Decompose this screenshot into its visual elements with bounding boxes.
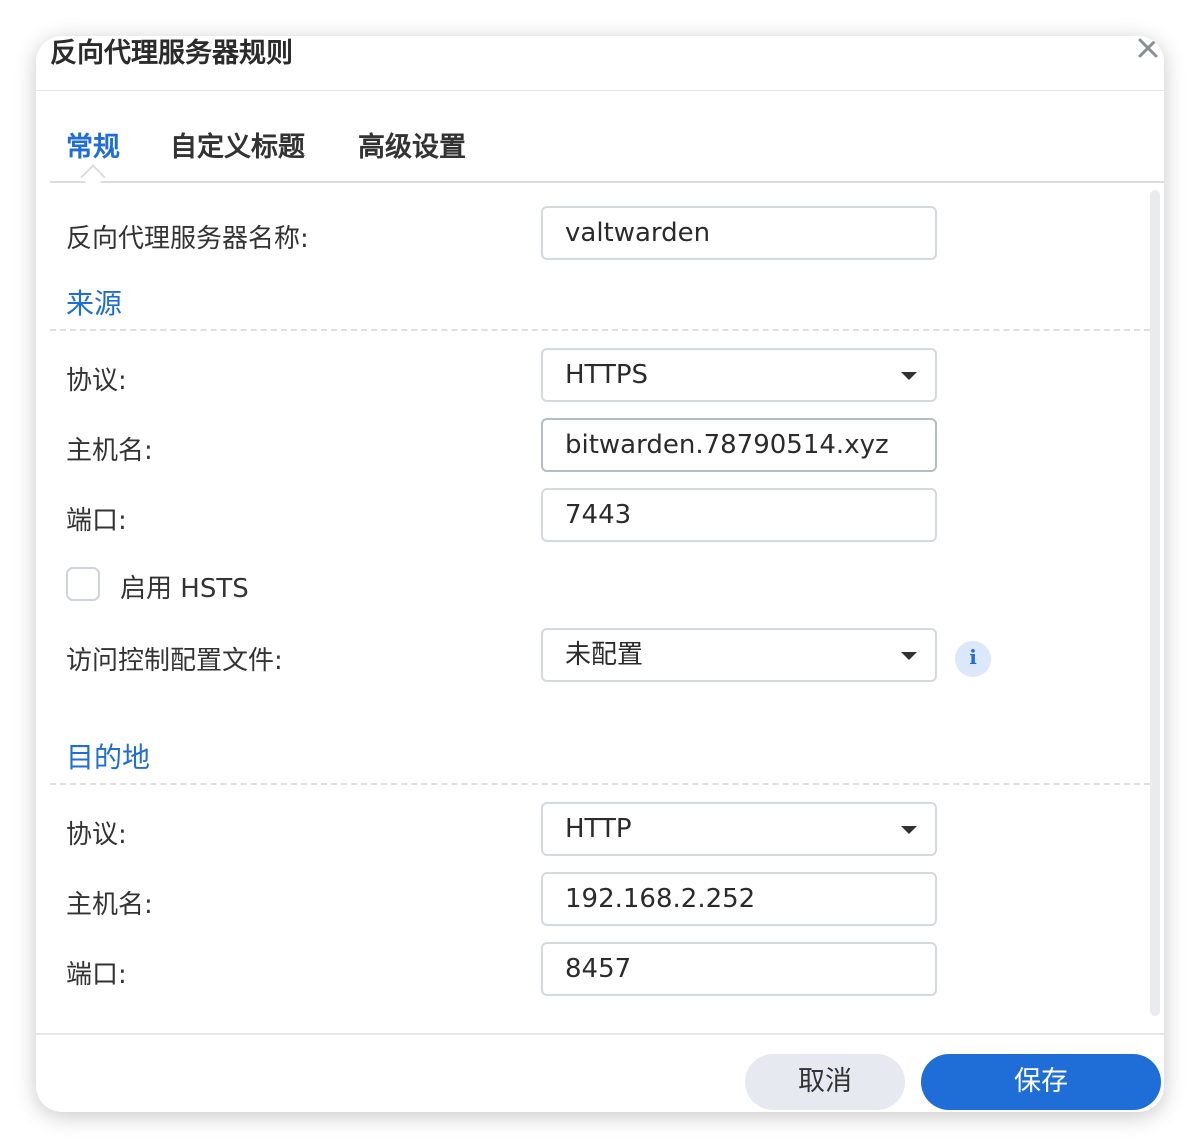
tab-underline <box>50 181 1164 183</box>
dialog-title: 反向代理服务器规则 <box>50 38 293 69</box>
acl-profile-select[interactable]: 未配置 <box>541 628 937 682</box>
destination-protocol-select[interactable]: HTTP <box>541 802 937 856</box>
source-section-title: 来源 <box>66 287 123 320</box>
proxy-name-label: 反向代理服务器名称: <box>66 224 309 254</box>
destination-port-input[interactable]: 8457 <box>541 942 937 996</box>
tab-bar: 常规 自定义标题 高级设置 <box>50 124 1164 182</box>
footer-divider <box>36 1033 1164 1035</box>
source-hostname-label: 主机名: <box>66 436 153 466</box>
destination-protocol-value: HTTP <box>565 814 632 844</box>
source-protocol-value: HTTPS <box>565 360 649 390</box>
info-icon[interactable]: i <box>955 641 991 677</box>
proxy-name-input[interactable]: valtwarden <box>541 206 937 260</box>
acl-profile-value: 未配置 <box>565 640 644 670</box>
source-port-label: 端口: <box>66 506 127 536</box>
source-divider <box>50 329 1160 331</box>
reverse-proxy-rule-dialog: 反向代理服务器规则 常规 自定义标题 高级设置 反向代理服务器名称: valtw… <box>36 36 1164 1112</box>
source-protocol-label: 协议: <box>66 366 127 396</box>
destination-hostname-input[interactable]: 192.168.2.252 <box>541 872 937 926</box>
save-button[interactable]: 保存 <box>921 1054 1161 1110</box>
source-hostname-input[interactable]: bitwarden.78790514.xyz <box>541 418 937 472</box>
chevron-down-icon <box>901 652 917 660</box>
destination-section-title: 目的地 <box>66 741 151 774</box>
destination-divider <box>50 783 1160 785</box>
acl-profile-label: 访问控制配置文件: <box>66 646 283 676</box>
tab-advanced-settings[interactable]: 高级设置 <box>358 124 466 172</box>
title-divider <box>36 90 1164 91</box>
vertical-scrollbar[interactable] <box>1150 190 1160 1016</box>
source-protocol-select[interactable]: HTTPS <box>541 348 937 402</box>
chevron-down-icon <box>901 372 917 380</box>
hsts-checkbox[interactable] <box>66 567 100 601</box>
cancel-button[interactable]: 取消 <box>745 1054 905 1110</box>
hsts-checkbox-label[interactable]: 启用 HSTS <box>120 568 249 605</box>
destination-hostname-label: 主机名: <box>66 890 153 920</box>
destination-port-label: 端口: <box>66 960 127 990</box>
close-icon[interactable] <box>1134 36 1162 66</box>
tab-custom-header[interactable]: 自定义标题 <box>170 124 305 172</box>
chevron-down-icon <box>901 826 917 834</box>
destination-protocol-label: 协议: <box>66 820 127 850</box>
source-port-input[interactable]: 7443 <box>541 488 937 542</box>
